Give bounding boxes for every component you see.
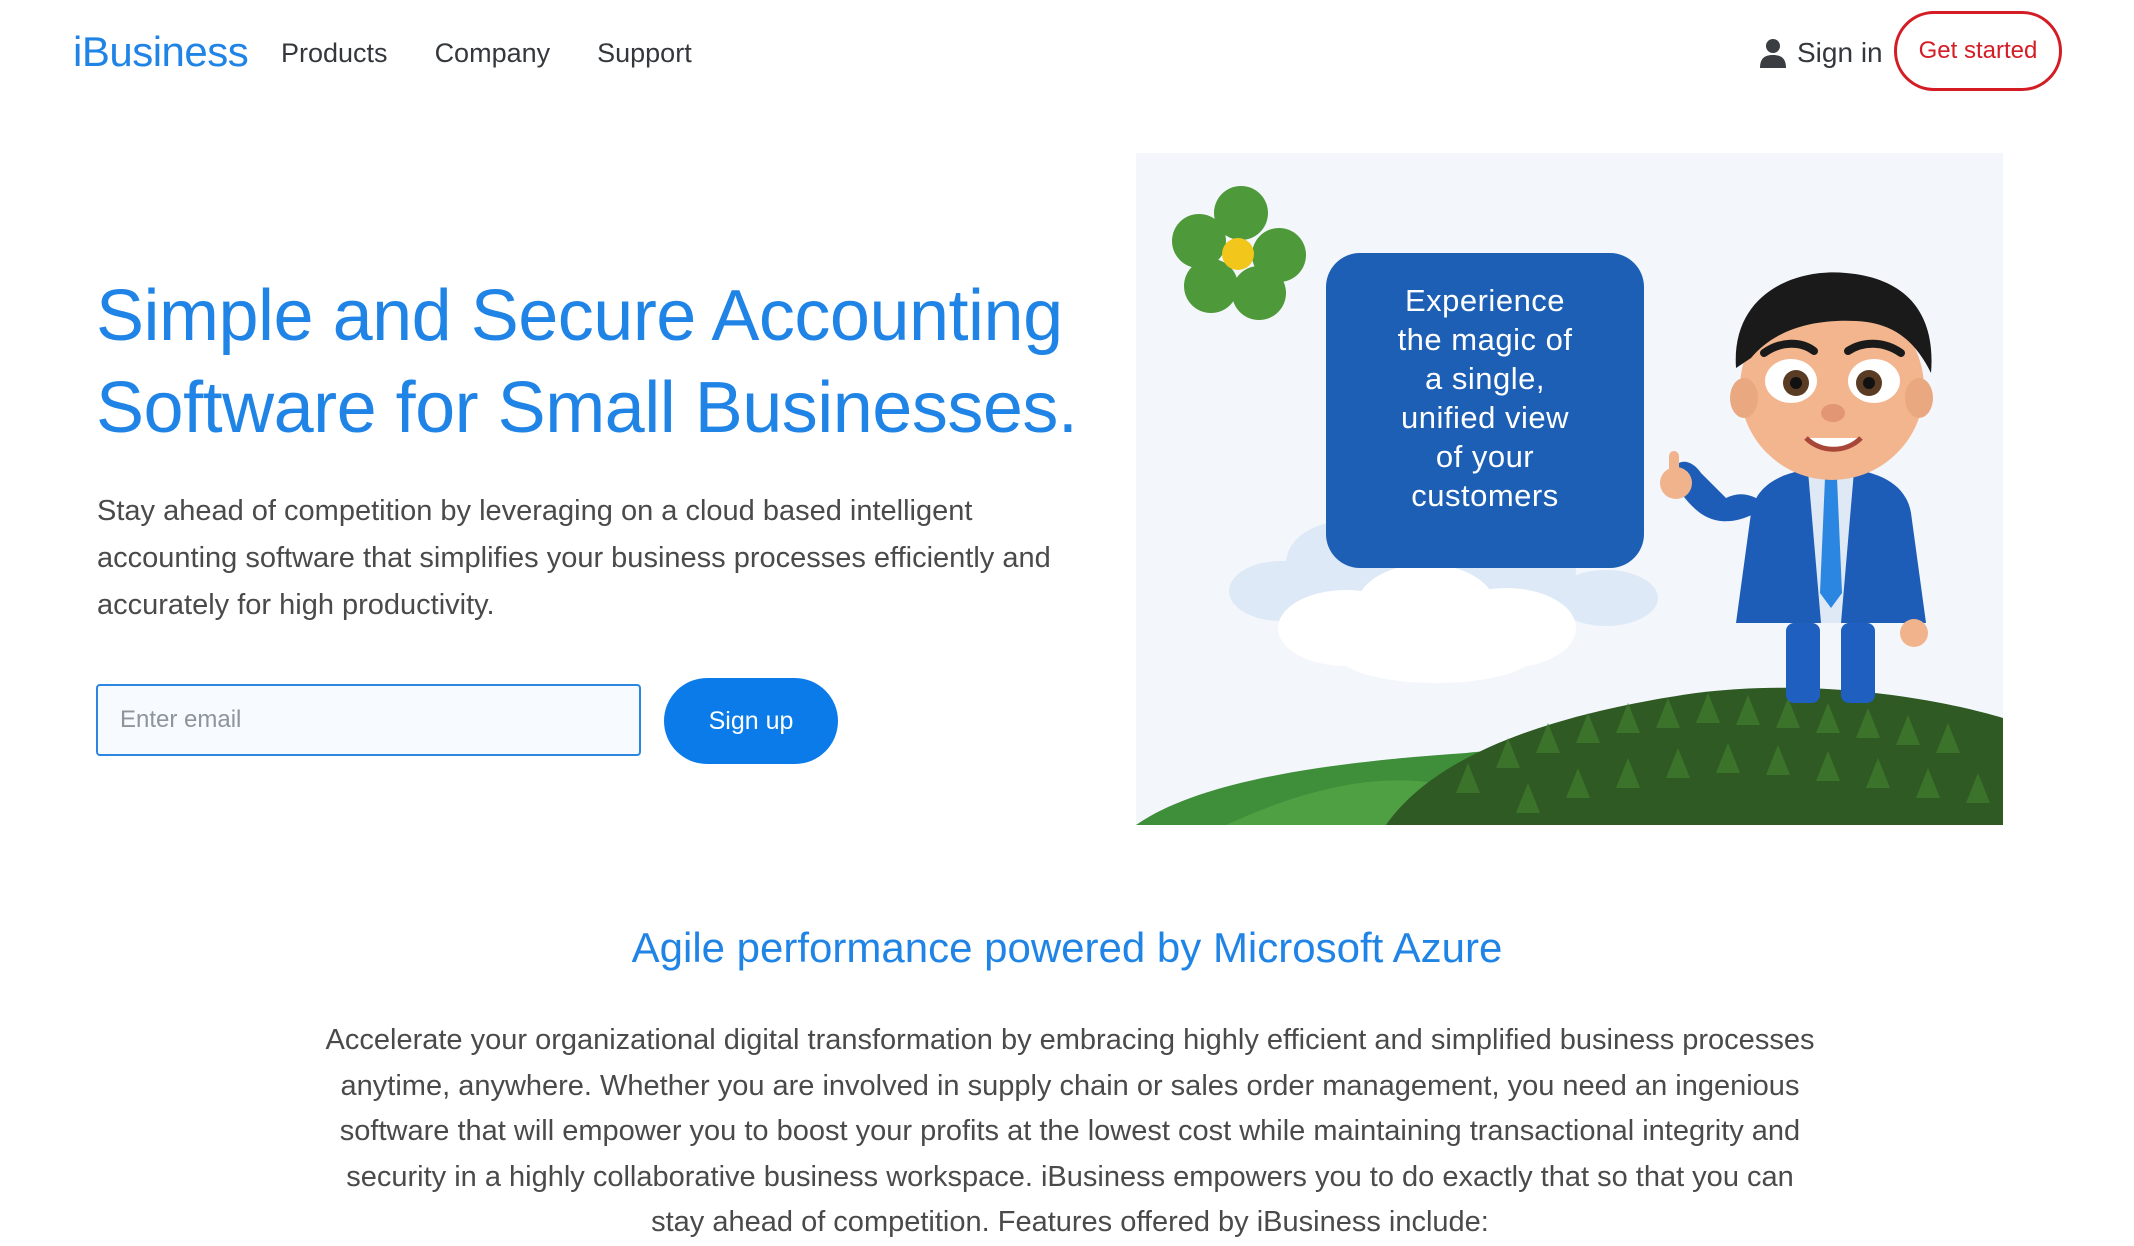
- site-header: iBusiness Products Company Support Sign …: [0, 0, 2134, 108]
- section-title: Agile performance powered by Microsoft A…: [631, 924, 1503, 971]
- bubble-line: the magic of: [1397, 322, 1573, 357]
- bubble-line: Experience: [1404, 283, 1566, 318]
- nav-company[interactable]: Company: [435, 38, 551, 69]
- main-nav: Products Company Support: [281, 38, 692, 69]
- sign-in-label: Sign in: [1797, 37, 1883, 68]
- hero-title-line1: Simple and Secure Accounting: [96, 276, 1063, 356]
- user-icon: [1760, 39, 1786, 68]
- nav-products[interactable]: Products: [281, 38, 388, 69]
- speech-bubble-text: Experience the magic of a single, unifie…: [1326, 281, 1644, 515]
- mascot-character: [1660, 272, 1933, 703]
- sign-in-link[interactable]: Sign in: [1759, 37, 1883, 69]
- flower-icon: [1172, 186, 1306, 320]
- get-started-button[interactable]: Get started: [1894, 11, 2062, 91]
- bubble-line: a single,: [1425, 361, 1545, 396]
- email-input[interactable]: [96, 684, 641, 756]
- bubble-line: unified view: [1401, 400, 1569, 435]
- signup-button[interactable]: Sign up: [664, 678, 838, 764]
- section-description: Accelerate your organizational digital t…: [325, 1024, 1815, 1238]
- hero-description: Stay ahead of competition by leveraging …: [97, 495, 1051, 621]
- brand-logo[interactable]: iBusiness: [73, 28, 249, 76]
- bubble-line: customers: [1411, 478, 1559, 513]
- nav-support[interactable]: Support: [597, 38, 692, 69]
- hero-illustration: Experience the magic of a single, unifie…: [1136, 153, 2003, 825]
- hero-title: Simple and Secure Accounting Software for…: [96, 270, 1096, 454]
- bubble-line: of your: [1435, 439, 1535, 474]
- hero-title-line2: Software for Small Businesses.: [96, 368, 1078, 448]
